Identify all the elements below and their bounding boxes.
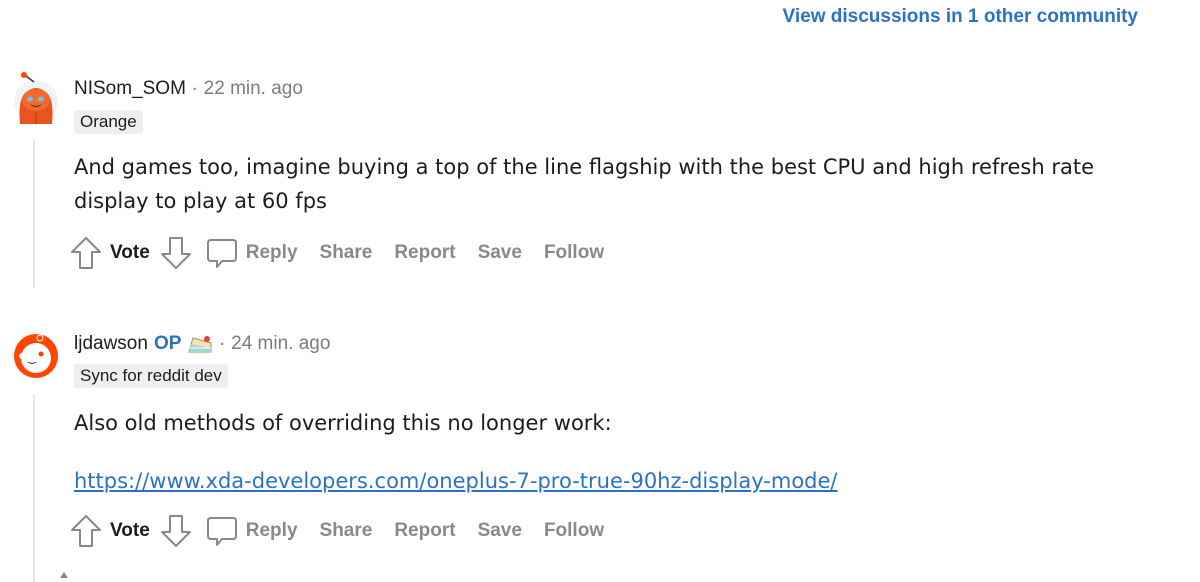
report-button[interactable]: Report	[394, 520, 455, 542]
downvote-arrow-icon	[160, 237, 191, 269]
comment-text: Also old methods of overriding this no l…	[74, 411, 612, 435]
timestamp[interactable]: 22 min. ago	[204, 78, 303, 100]
op-badge: OP	[153, 333, 182, 354]
orange-snoo-avatar-icon	[14, 72, 58, 124]
comment-bubble-icon	[206, 517, 237, 546]
downvote-button[interactable]	[160, 236, 192, 270]
save-button[interactable]: Save	[478, 520, 522, 542]
reply-button[interactable]: Reply	[206, 514, 298, 548]
reply-label[interactable]: Reply	[246, 242, 298, 264]
collapse-caret-icon[interactable]	[60, 572, 68, 578]
vote-count: Vote	[110, 242, 150, 263]
cake-day-icon	[187, 332, 213, 356]
meta-separator: ·	[219, 333, 226, 355]
comment-meta: ljdawson OP · 24 min. ago	[74, 332, 330, 356]
comment-actions: Vote Reply Share Report Save Follow	[70, 514, 604, 548]
meta-separator: ·	[191, 78, 198, 100]
author-name[interactable]: ljdawson	[74, 333, 148, 355]
upvote-arrow-icon	[71, 515, 101, 547]
timestamp[interactable]: 24 min. ago	[231, 333, 330, 355]
user-flair: Orange	[74, 110, 143, 134]
default-snoo-avatar-icon	[14, 334, 58, 378]
comment-body: And games too, imagine buying a top of t…	[74, 150, 1134, 218]
reply-label[interactable]: Reply	[246, 520, 298, 542]
report-button[interactable]: Report	[394, 242, 455, 264]
user-flair: Sync for reddit dev	[74, 364, 228, 388]
avatar[interactable]	[10, 322, 60, 382]
vote-count: Vote	[110, 520, 150, 541]
reply-button[interactable]: Reply	[206, 236, 298, 270]
author-name[interactable]: NISom_SOM	[74, 78, 186, 100]
follow-button[interactable]: Follow	[544, 242, 604, 264]
share-button[interactable]: Share	[320, 242, 373, 264]
view-other-community-link[interactable]: View discussions in 1 other community	[783, 6, 1138, 28]
upvote-arrow-icon	[71, 237, 101, 269]
thread-line[interactable]	[33, 394, 35, 582]
upvote-button[interactable]	[70, 514, 102, 548]
downvote-arrow-icon	[160, 515, 191, 547]
comment-text: And games too, imagine buying a top of t…	[74, 155, 1095, 213]
save-button[interactable]: Save	[478, 242, 522, 264]
upvote-button[interactable]	[70, 236, 102, 270]
comment-body: Also old methods of overriding this no l…	[74, 406, 1134, 498]
xda-developers-link[interactable]: https://www.xda-developers.com/oneplus-7…	[74, 469, 838, 493]
downvote-button[interactable]	[160, 514, 192, 548]
thread-line[interactable]	[33, 140, 35, 288]
avatar[interactable]	[10, 68, 60, 128]
share-button[interactable]: Share	[320, 520, 373, 542]
comment-bubble-icon	[206, 239, 237, 268]
comment-meta: NISom_SOM · 22 min. ago	[74, 78, 303, 100]
comment-actions: Vote Reply Share Report Save Follow	[70, 236, 604, 270]
follow-button[interactable]: Follow	[544, 520, 604, 542]
